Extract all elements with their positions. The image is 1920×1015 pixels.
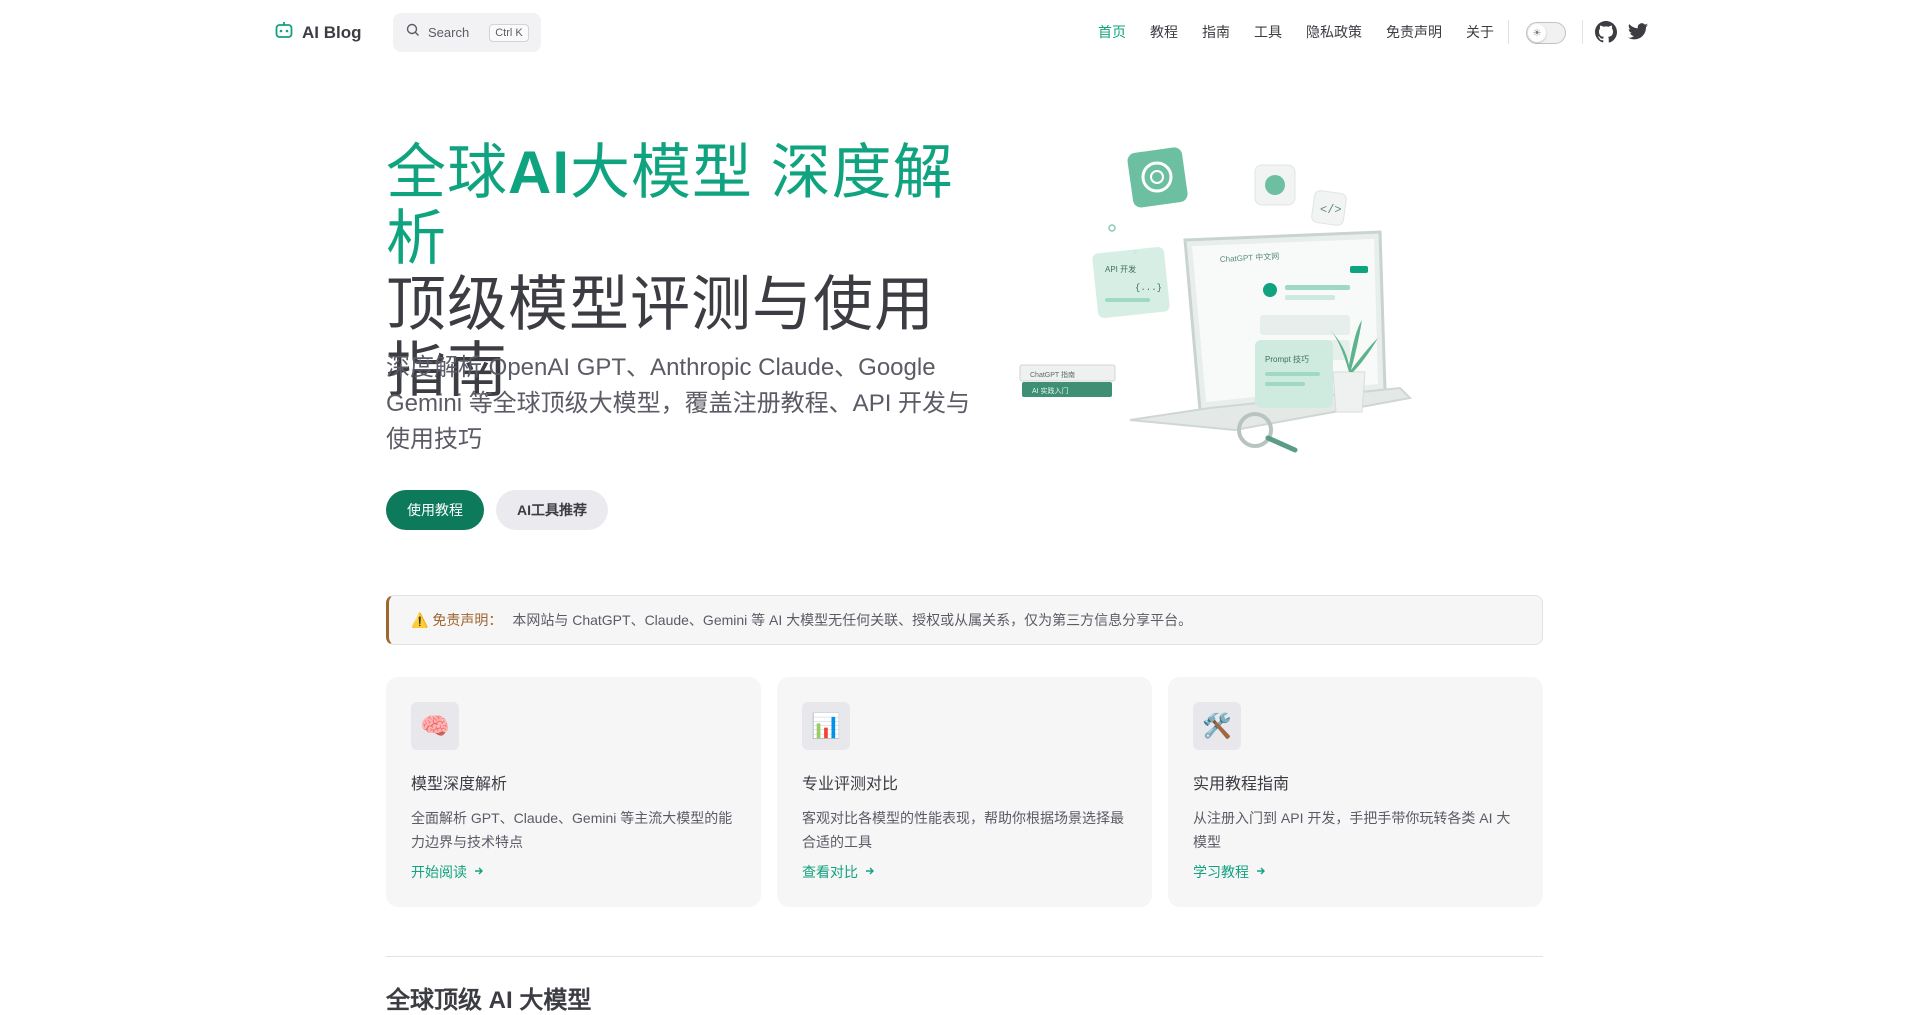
hero-illustration: ChatGPT 中文网 </> API 开发 {...} Prompt 技巧 C… (1019, 147, 1413, 453)
view-comparison-link[interactable]: 查看对比 (802, 862, 1127, 882)
prompt-card-label: Prompt 技巧 (1265, 354, 1309, 364)
arrow-right-icon (864, 864, 876, 880)
arrow-right-icon (473, 864, 485, 880)
feature-description: 从注册入门到 API 开发，手把手带你玩转各类 AI 大模型 (1193, 810, 1511, 850)
sun-icon: ☀ (1528, 24, 1546, 42)
brand-name: AI Blog (302, 22, 362, 42)
prompt-card-illustration: Prompt 技巧 (1255, 340, 1333, 408)
feature-title: 专业评测对比 (802, 776, 899, 793)
brain-icon: 🧠 (411, 702, 459, 750)
openai-logo-tile (1127, 147, 1188, 208)
code-tile: </> (1311, 190, 1347, 226)
brain-tile (1254, 164, 1296, 206)
books-illustration: ChatGPT 指南 AI 实践入门 (1019, 364, 1116, 397)
search-button[interactable]: Search Ctrl K (393, 13, 541, 52)
feature-title: 模型深度解析 (411, 776, 508, 793)
twitter-icon[interactable] (1627, 21, 1649, 43)
nav-item-disclaimer[interactable]: 免责声明 (1386, 22, 1442, 42)
book-top-label: ChatGPT 指南 (1030, 370, 1075, 379)
feature-card-tutorials: 🛠️ 实用教程指南 从注册入门到 API 开发，手把手带你玩转各类 AI 大模型… (1168, 677, 1543, 907)
feature-title: 实用教程指南 (1193, 776, 1290, 793)
link-label: 查看对比 (802, 864, 858, 880)
tools-icon: 🛠️ (1193, 702, 1241, 750)
nav-divider (1508, 20, 1509, 44)
disclaimer-text: 本网站与 ChatGPT、Claude、Gemini 等 AI 大模型无任何关联… (512, 612, 1193, 628)
feature-card-comparison: 📊 专业评测对比 客观对比各模型的性能表现，帮助你根据场景选择最合适的工具 查看… (777, 677, 1152, 907)
top-nav: AI Blog Search Ctrl K 首页 教程 指南 工具 隐私政策 免… (0, 0, 1920, 64)
arrow-right-icon (1255, 864, 1267, 880)
section-divider (386, 956, 1543, 957)
start-reading-link[interactable]: 开始阅读 (411, 862, 736, 882)
api-card-illustration: API 开发 {...} (1092, 247, 1170, 318)
api-card-label: API 开发 (1105, 264, 1136, 274)
hero-description: 深度解析 OpenAI GPT、Anthropic Claude、Google … (386, 354, 971, 453)
nav-item-about[interactable]: 关于 (1466, 22, 1494, 42)
hero-title-ai: AI (508, 139, 570, 206)
disclaimer-banner: ⚠️ 免责声明： 本网站与 ChatGPT、Claude、Gemini 等 AI… (386, 595, 1543, 645)
svg-text:</>: </> (1320, 203, 1342, 217)
nav-item-home[interactable]: 首页 (1098, 22, 1126, 42)
search-shortcut: Ctrl K (489, 23, 529, 42)
section-title: 全球顶级 AI 大模型 (386, 987, 592, 1014)
hero-title-highlight: 全球AI大模型 深度解析 (386, 139, 954, 272)
search-icon (406, 23, 420, 42)
robot-icon (274, 20, 294, 45)
learn-tutorials-link[interactable]: 学习教程 (1193, 862, 1518, 882)
chart-icon: 📊 (802, 702, 850, 750)
nav-divider (1582, 20, 1583, 44)
brand-logo-link[interactable]: AI Blog (274, 20, 362, 45)
nav-item-tools[interactable]: 工具 (1254, 22, 1282, 42)
nav-item-tutorials[interactable]: 教程 (1150, 22, 1178, 42)
disclaimer-label: ⚠️ 免责声明： (411, 612, 503, 628)
hero-title-part1: 全球 (386, 139, 508, 206)
book-bottom-label: AI 实践入门 (1032, 386, 1069, 395)
feature-description: 全面解析 GPT、Claude、Gemini 等主流大模型的能力边界与技术特点 (411, 810, 733, 850)
tutorials-button[interactable]: 使用教程 (386, 490, 484, 530)
feature-description: 客观对比各模型的性能表现，帮助你根据场景选择最合适的工具 (802, 810, 1124, 850)
theme-toggle[interactable]: ☀ (1526, 22, 1566, 44)
ai-tools-button[interactable]: AI工具推荐 (496, 490, 608, 530)
link-label: 开始阅读 (411, 864, 467, 880)
feature-card-models: 🧠 模型深度解析 全面解析 GPT、Claude、Gemini 等主流大模型的能… (386, 677, 761, 907)
link-label: 学习教程 (1193, 864, 1249, 880)
search-label: Search (428, 25, 470, 40)
api-card-code: {...} (1135, 283, 1162, 293)
nav-item-privacy[interactable]: 隐私政策 (1306, 22, 1362, 42)
github-icon[interactable] (1595, 21, 1618, 43)
nav-item-guides[interactable]: 指南 (1202, 22, 1230, 42)
